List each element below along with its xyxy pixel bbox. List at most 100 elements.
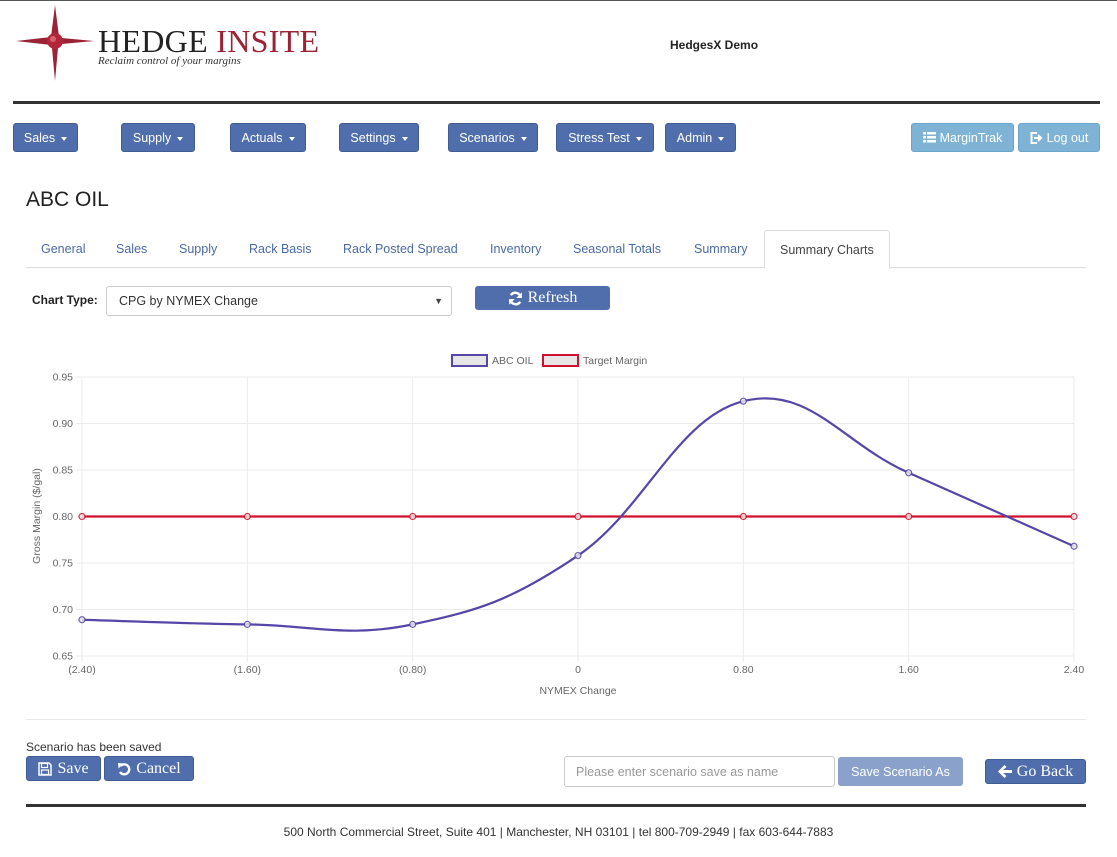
app-name: HedgesX Demo [670, 38, 759, 52]
save-label: Save [57, 759, 89, 777]
tab-supply[interactable]: Supply [164, 230, 232, 268]
margintrak-label: MarginTrak [939, 130, 1003, 145]
x-tick-label: 0.80 [733, 664, 754, 676]
undo-icon [118, 762, 131, 776]
tab-seasonal-totals[interactable]: Seasonal Totals [558, 230, 676, 268]
x-tick-label: (1.60) [234, 664, 261, 676]
data-point-target-margin [409, 512, 417, 521]
nav-menu-scenarios[interactable]: Scenarios [448, 123, 538, 152]
header-divider [13, 101, 1100, 104]
nav-menu-stress-test[interactable]: Stress Test [556, 123, 654, 152]
tab-rack-basis[interactable]: Rack Basis [234, 230, 327, 268]
data-point-abc-oil [905, 469, 913, 477]
data-point-target-margin [739, 512, 747, 521]
data-point-abc-oil [409, 620, 417, 628]
tab-rack-posted-spread[interactable]: Rack Posted Spread [328, 230, 473, 268]
caret-down-icon [718, 136, 725, 141]
cancel-button[interactable]: Cancel [104, 756, 194, 781]
refresh-icon [508, 291, 522, 305]
nav-label: Settings [350, 130, 396, 145]
data-point-abc-oil [78, 616, 86, 624]
chart-legend: ABC OIL Target Margin [451, 354, 647, 367]
nav-menu-settings[interactable]: Settings [339, 123, 419, 152]
x-axis-label: NYMEX Change [539, 685, 616, 697]
go-back-button[interactable]: Go Back [985, 759, 1086, 784]
nav-label: Admin [676, 130, 713, 145]
x-tick-label: 2.40 [1064, 664, 1085, 676]
data-point-abc-oil [243, 620, 251, 628]
nav-menu-supply[interactable]: Supply [121, 123, 195, 152]
cancel-label: Cancel [136, 759, 181, 777]
data-point-target-margin [905, 512, 913, 521]
save-scenario-as-button[interactable]: Save Scenario As [838, 757, 963, 786]
nav-label: Scenarios [459, 130, 515, 145]
tab-summary-charts[interactable]: Summary Charts [764, 230, 890, 269]
y-tick-label: 0.85 [53, 465, 74, 477]
logout-button[interactable]: Log out [1018, 123, 1100, 152]
data-point-abc-oil [574, 551, 582, 560]
y-axis-ticks: 0.65 0.70 0.75 0.80 0.85 0.90 0.95 [53, 372, 74, 663]
arrow-left-icon [997, 765, 1012, 778]
footer-address: 500 North Commercial Street, Suite 401 |… [283, 825, 834, 839]
data-point-abc-oil [1070, 542, 1078, 550]
nav-label: Stress Test [568, 130, 630, 145]
dropdown-arrow-icon: ▼ [434, 296, 443, 306]
logo-word-hedge: HEDGE [98, 23, 208, 59]
hedge-insite-logo[interactable]: HEDGE INSITE Reclaim control of your mar… [14, 3, 344, 83]
refresh-label: Refresh [527, 289, 578, 306]
x-axis-ticks: (2.40) (1.60) (0.80) 0 0.80 1.60 2.40 [68, 664, 1084, 676]
gross-margin-chart: 0.65 0.70 0.75 0.80 0.85 0.90 0.95 (2.40) (1.60… [31, 354, 1084, 697]
nav-label: Actuals [241, 130, 283, 145]
y-tick-label: 0.90 [53, 418, 74, 430]
nav-label: Supply [132, 130, 172, 145]
logo-tagline: Reclaim control of your margins [98, 55, 241, 67]
nav-menu-admin[interactable]: Admin [665, 123, 736, 152]
caret-down-icon [401, 136, 408, 141]
chart-type-select[interactable]: CPG by NYMEX Change ▼ [106, 286, 452, 316]
page-title: ABC OIL [26, 188, 109, 211]
caret-down-icon [61, 136, 68, 141]
caret-down-icon [177, 136, 184, 141]
caret-down-icon [520, 136, 527, 141]
list-icon [922, 132, 936, 143]
nav-menu-actuals[interactable]: Actuals [230, 123, 306, 152]
data-point-target-margin [574, 512, 582, 521]
legend-swatch [542, 354, 579, 367]
y-tick-label: 0.80 [53, 511, 74, 523]
legend-label: Target Margin [583, 355, 647, 367]
chart-type-label: Chart Type: [32, 293, 98, 307]
sign-out-icon [1030, 131, 1043, 144]
caret-down-icon [288, 136, 295, 141]
margintrak-button[interactable]: MarginTrak [911, 123, 1014, 152]
data-point-abc-oil [739, 397, 747, 405]
footer-divider [26, 804, 1086, 807]
chart-type-value: CPG by NYMEX Change [119, 294, 258, 308]
x-tick-label: (0.80) [399, 664, 426, 676]
tab-summary[interactable]: Summary [679, 230, 762, 268]
data-point-target-margin [78, 512, 86, 521]
nav-menu-sales[interactable]: Sales [13, 123, 78, 152]
y-axis-label: Gross Margin ($/gal) [31, 468, 43, 564]
refresh-button[interactable]: Refresh [475, 286, 610, 310]
go-back-label: Go Back [1016, 762, 1074, 780]
save-button[interactable]: Save [26, 756, 101, 781]
caret-down-icon [635, 136, 642, 141]
tab-bar: General Sales Supply Rack Basis Rack Pos… [26, 230, 1086, 269]
tab-general[interactable]: General [26, 230, 100, 268]
y-tick-label: 0.65 [53, 651, 74, 663]
section-divider [26, 719, 1086, 720]
status-message: Scenario has been saved [26, 740, 162, 754]
y-tick-label: 0.70 [53, 604, 74, 616]
save-as-name-input[interactable] [564, 756, 835, 787]
tab-inventory[interactable]: Inventory [475, 230, 556, 268]
data-point-target-margin [243, 512, 251, 521]
legend-swatch [451, 354, 488, 367]
x-tick-label: 1.60 [898, 664, 919, 676]
legend-label: ABC OIL [492, 355, 534, 367]
data-point-target-margin [1070, 512, 1078, 521]
x-tick-label: (2.40) [68, 664, 95, 676]
tab-sales[interactable]: Sales [101, 230, 162, 268]
y-tick-label: 0.75 [53, 558, 74, 570]
nav-label: Sales [23, 130, 56, 145]
chart-grid [76, 376, 1075, 662]
